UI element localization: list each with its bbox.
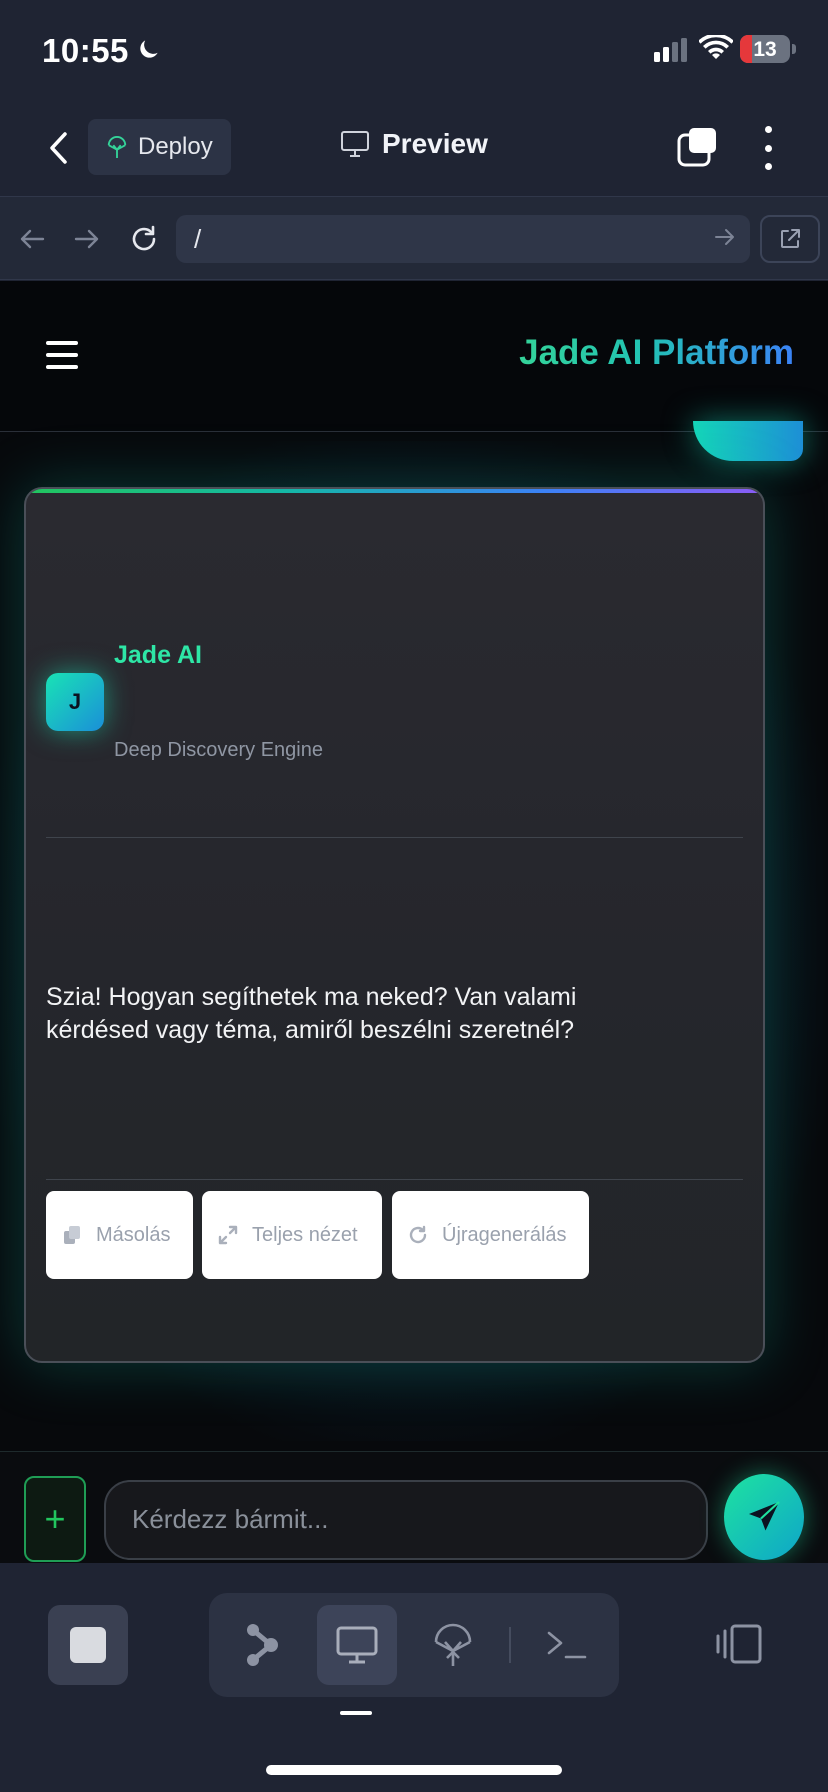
chevron-left-icon	[50, 132, 67, 164]
deploy-icon	[107, 136, 127, 158]
deploy-tab-button[interactable]	[413, 1605, 493, 1685]
refresh-icon	[409, 1225, 427, 1244]
side-panel-button[interactable]	[714, 1623, 764, 1670]
status-time: 10:55	[42, 32, 129, 69]
page-title: Preview	[340, 128, 488, 160]
site-brand: Jade AI Platform	[519, 333, 794, 372]
go-arrow-icon[interactable]	[714, 227, 736, 247]
send-button[interactable]	[724, 1474, 804, 1560]
deploy-icon	[434, 1623, 472, 1666]
more-options-icon[interactable]	[756, 126, 780, 170]
divider	[46, 1179, 743, 1180]
page-title-label: Preview	[382, 128, 488, 159]
moon-icon	[140, 40, 158, 58]
home-indicator	[266, 1765, 562, 1775]
tabs-icon	[677, 128, 716, 167]
web-preview: Jade AI Platform J Jade AI Deep Discover…	[0, 281, 828, 1563]
arrow-right-icon	[74, 229, 99, 249]
browser-forward-button[interactable]	[69, 221, 105, 257]
wifi-icon	[699, 35, 733, 59]
copy-icon	[64, 1226, 80, 1244]
url-bar: /	[0, 196, 828, 280]
copy-button[interactable]: Másolás	[46, 1191, 193, 1279]
external-link-icon	[781, 229, 800, 248]
send-icon	[749, 1501, 780, 1531]
fullscreen-button[interactable]: Teljes nézet	[202, 1191, 382, 1279]
status-bar: 10:55 13	[0, 0, 828, 100]
stop-icon	[70, 1627, 106, 1663]
reload-button[interactable]	[126, 221, 162, 257]
open-external-button[interactable]	[760, 215, 820, 263]
bot-name: Jade AI	[114, 641, 203, 669]
fullscreen-label: Teljes nézet	[252, 1223, 358, 1246]
browser-back-button[interactable]	[14, 221, 50, 257]
nodes-button[interactable]	[221, 1605, 301, 1685]
deploy-label: Deploy	[138, 133, 213, 160]
chat-message-card: J Jade AI Deep Discovery Engine Szia! Ho…	[24, 487, 765, 1363]
battery-level: 13	[753, 38, 777, 61]
copy-label: Másolás	[96, 1223, 171, 1246]
expand-icon	[218, 1225, 238, 1245]
back-button[interactable]	[40, 130, 76, 166]
divider	[46, 837, 743, 838]
regenerate-label: Újragenerálás	[442, 1223, 567, 1246]
site-header: Jade AI Platform	[0, 281, 828, 432]
nodes-icon	[247, 1624, 278, 1666]
regenerate-button[interactable]: Újragenerálás	[392, 1191, 589, 1279]
chat-input-placeholder: Kérdezz bármit...	[132, 1504, 329, 1534]
tool-switcher	[209, 1593, 619, 1697]
chat-composer: + Kérdezz bármit...	[0, 1451, 828, 1563]
add-attachment-button[interactable]: +	[24, 1476, 86, 1562]
message-text: Szia! Hogyan segíthetek ma neked? Van va…	[46, 983, 577, 1044]
url-text: /	[194, 224, 202, 254]
monitor-icon	[341, 131, 369, 157]
bottom-toolbar	[0, 1563, 828, 1792]
active-tab-indicator	[340, 1711, 372, 1715]
battery-indicator: 13	[740, 35, 790, 63]
reload-icon	[132, 225, 156, 251]
deploy-button[interactable]: Deploy	[88, 119, 231, 175]
nav-bar: Deploy Preview	[0, 100, 828, 196]
signal-icon	[654, 38, 687, 62]
terminal-icon	[547, 1631, 587, 1659]
monitor-icon	[336, 1626, 378, 1664]
panel-icon	[716, 1624, 762, 1664]
hamburger-menu-icon[interactable]	[46, 341, 78, 369]
avatar: J	[46, 673, 104, 731]
arrow-left-icon	[20, 229, 45, 249]
terminal-button[interactable]	[527, 1605, 607, 1685]
chat-input[interactable]: Kérdezz bármit...	[104, 1480, 708, 1560]
tabs-button[interactable]	[676, 126, 718, 173]
bot-subtitle: Deep Discovery Engine	[114, 739, 323, 761]
url-input[interactable]: /	[176, 215, 750, 263]
preview-tab-button[interactable]	[317, 1605, 397, 1685]
stop-button[interactable]	[48, 1605, 128, 1685]
